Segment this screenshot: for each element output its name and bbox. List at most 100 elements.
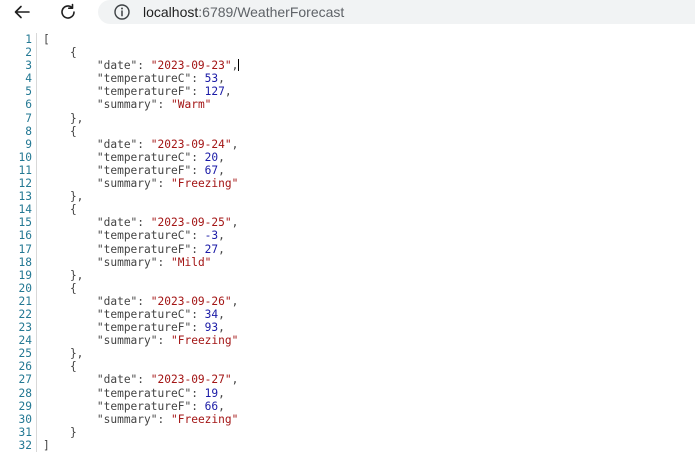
code-text: "summary": "Freezing" xyxy=(37,334,238,347)
line-number: 14 xyxy=(0,203,37,217)
line-number: 23 xyxy=(0,321,37,335)
url-text[interactable]: localhost:6789/WeatherForecast xyxy=(143,3,344,21)
json-string-value: "Mild" xyxy=(171,255,212,269)
code-line: 16 "temperatureC": -3, xyxy=(0,229,695,243)
code-line: 20 { xyxy=(0,281,695,295)
json-comma: , xyxy=(218,321,225,335)
json-comma: , xyxy=(231,59,239,73)
json-string-value: "Warm" xyxy=(171,98,212,112)
code-text: }, xyxy=(37,112,83,125)
json-string-value: "Freezing" xyxy=(171,412,239,426)
line-number: 21 xyxy=(0,294,37,308)
code-line: 4 "temperatureC": 53, xyxy=(0,72,695,86)
code-line: 18 "summary": "Mild" xyxy=(0,255,695,269)
json-brace: { xyxy=(43,203,77,217)
code-text: "temperatureF": 66, xyxy=(37,400,225,413)
json-string-value: "Freezing" xyxy=(171,177,239,191)
json-brace: { xyxy=(43,46,77,60)
back-arrow-icon xyxy=(14,5,30,19)
code-line: 21 "date": "2023-09-26", xyxy=(0,294,695,308)
json-key: "temperatureF" xyxy=(43,242,192,256)
code-line: 7 }, xyxy=(0,111,695,125)
code-text: "summary": "Warm" xyxy=(37,98,212,112)
json-key: "temperatureF" xyxy=(43,85,192,99)
reload-button[interactable] xyxy=(55,1,81,23)
json-key: "summary" xyxy=(43,177,158,191)
code-text: }, xyxy=(37,190,83,203)
json-brace: } xyxy=(43,425,77,439)
json-comma: , xyxy=(218,399,225,413)
code-text: }, xyxy=(37,347,83,360)
line-number: 16 xyxy=(0,229,37,243)
json-string-value: "2023-09-23" xyxy=(150,59,232,73)
line-number: 17 xyxy=(0,242,37,256)
line-number: 8 xyxy=(0,124,37,138)
json-colon: : xyxy=(191,229,205,243)
json-key: "date" xyxy=(43,373,138,387)
line-number: 20 xyxy=(0,281,37,295)
json-colon: : xyxy=(137,59,151,73)
json-key: "date" xyxy=(43,59,138,73)
line-number: 9 xyxy=(0,137,37,151)
code-line: 23 "temperatureF": 93, xyxy=(0,321,695,335)
json-key: "temperatureC" xyxy=(43,229,192,243)
json-string-value: "2023-09-25" xyxy=(150,216,232,230)
address-bar[interactable]: localhost:6789/WeatherForecast xyxy=(98,0,695,24)
code-line: 30 "summary": "Freezing" xyxy=(0,412,695,426)
line-number: 11 xyxy=(0,163,37,178)
code-line: 17 "temperatureF": 27, xyxy=(0,242,695,256)
json-colon: : xyxy=(191,321,205,335)
json-colon: : xyxy=(191,386,205,400)
code-line: 27 "date": "2023-09-27", xyxy=(0,373,695,387)
reload-icon xyxy=(61,3,75,19)
json-number-value: 127 xyxy=(204,85,225,99)
code-text: } xyxy=(37,426,77,439)
code-text: "temperatureC": 53, xyxy=(37,72,225,85)
line-number: 25 xyxy=(0,347,37,361)
code-text: "date": "2023-09-23", xyxy=(37,59,240,73)
json-string-value: "2023-09-27" xyxy=(150,373,232,387)
line-number: 24 xyxy=(0,334,37,348)
line-number: 28 xyxy=(0,386,37,400)
json-brace: }, xyxy=(43,347,84,361)
code-line: 8 { xyxy=(0,124,695,138)
info-icon[interactable] xyxy=(113,3,131,21)
code-text: { xyxy=(37,125,77,138)
code-text: "date": "2023-09-27", xyxy=(37,373,238,386)
json-key: "temperatureC" xyxy=(43,72,192,86)
line-number: 5 xyxy=(0,85,37,99)
code-line: 29 "temperatureF": 66, xyxy=(0,399,695,413)
code-line: 26 { xyxy=(0,360,695,374)
code-text: "temperatureC": 20, xyxy=(37,151,225,164)
line-number: 27 xyxy=(0,373,37,387)
json-key: "summary" xyxy=(43,98,158,112)
json-comma: , xyxy=(231,373,239,387)
code-text: "temperatureC": 34, xyxy=(37,308,225,321)
json-colon: : xyxy=(191,163,205,177)
json-brace: }, xyxy=(43,111,84,125)
json-brace: { xyxy=(43,281,77,295)
json-comma: , xyxy=(218,307,225,321)
json-brace: }, xyxy=(43,190,84,204)
json-comma: , xyxy=(218,386,225,400)
code-text: "summary": "Freezing" xyxy=(37,413,238,426)
back-button[interactable] xyxy=(9,1,35,23)
line-number: 12 xyxy=(0,177,37,191)
json-key: "summary" xyxy=(43,255,158,269)
json-comma: , xyxy=(218,242,225,256)
json-brace: }, xyxy=(43,268,84,282)
code-text: "temperatureF": 67, xyxy=(37,164,225,177)
json-key: "date" xyxy=(43,294,138,308)
code-line: 28 "temperatureC": 19, xyxy=(0,386,695,400)
json-key: "summary" xyxy=(43,334,158,348)
url-host: localhost xyxy=(143,4,199,20)
json-key: "temperatureF" xyxy=(43,163,192,177)
code-line: 12 "summary": "Freezing" xyxy=(0,177,695,191)
code-text: }, xyxy=(37,269,83,282)
json-colon: : xyxy=(191,85,205,99)
code-line: 13 }, xyxy=(0,190,695,204)
code-text: { xyxy=(37,282,77,295)
json-colon: : xyxy=(157,98,171,112)
json-comma: , xyxy=(218,163,225,177)
code-text: "temperatureC": 19, xyxy=(37,387,225,400)
